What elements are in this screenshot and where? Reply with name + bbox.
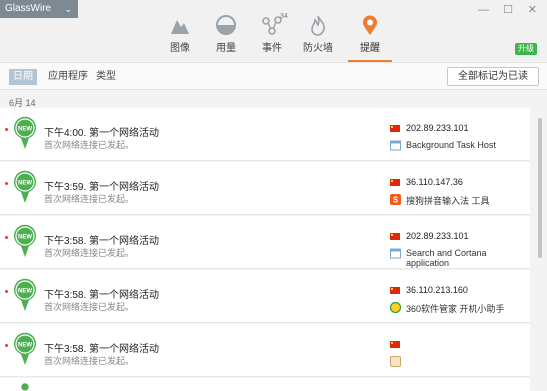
alert-title: 下午3:59. 第一个网络活动 (44, 182, 160, 193)
alert-app: Background Task Host (406, 140, 496, 150)
upgrade-button[interactable]: 升级 (515, 43, 537, 55)
tab-alerts[interactable]: 提醒 (348, 14, 392, 62)
new-badge-label: NEW (18, 343, 32, 349)
sogou-icon: S (390, 194, 401, 205)
filter-date[interactable]: 日期 (9, 69, 37, 85)
alert-subtitle: 首次网络连接已发起。 (44, 302, 135, 312)
alert-ip: 202.89.233.101 (406, 123, 469, 133)
app-icon (390, 356, 401, 367)
alert-row[interactable]: NEW 下午3:58. 第一个网络活动 首次网络连接已发起。 202.89.23… (0, 216, 530, 269)
flame-icon (311, 15, 325, 36)
alert-row[interactable]: NEW 下午3:58. 第一个网络活动 首次网络连接已发起。 36.110.21… (0, 270, 530, 323)
tab-usage[interactable]: 用量 (204, 14, 248, 62)
china-flag-icon (390, 287, 400, 294)
unread-dot (5, 182, 8, 185)
alert-subtitle: 首次网络连接已发起。 (44, 140, 135, 150)
360-icon (390, 302, 401, 313)
alert-row[interactable]: NEW 下午3:59. 第一个网络活动 首次网络连接已发起。 36.110.14… (0, 162, 530, 215)
alert-app: Search and Cortana application (406, 248, 487, 268)
alert-title: 下午4:00. 第一个网络活动 (44, 128, 160, 139)
alert-ip: 36.110.147.36 (406, 177, 463, 187)
new-pin-icon: NEW (13, 170, 36, 203)
new-badge-label: NEW (18, 127, 32, 133)
alert-subtitle: 首次网络连接已发起。 (44, 248, 135, 258)
alert-subtitle: 首次网络连接已发起。 (44, 194, 135, 204)
things-count-badge: 34 (280, 13, 288, 20)
alert-title: 下午3:58. 第一个网络活动 (44, 344, 160, 355)
mark-all-read-button[interactable]: 全部标记为已读 (447, 67, 539, 86)
new-pin-icon: NEW (13, 224, 36, 257)
tab-usage-label: 用量 (216, 43, 236, 54)
maximize-button[interactable]: ☐ (503, 4, 513, 16)
window-icon (390, 248, 401, 259)
unread-dot (5, 290, 8, 293)
minimize-button[interactable]: — (478, 4, 489, 16)
unread-dot (5, 128, 8, 131)
alert-app: 360软件管家 开机小助手 (406, 304, 505, 314)
alert-title: 下午3:58. 第一个网络活动 (44, 236, 160, 247)
tab-firewall-label: 防火墙 (303, 43, 333, 54)
new-pin-icon: NEW (13, 278, 36, 311)
svg-text:S: S (393, 196, 399, 205)
graph-icon (171, 20, 189, 34)
new-badge-label: NEW (18, 289, 32, 295)
scrollbar-thumb[interactable] (538, 118, 542, 258)
new-badge-label: NEW (18, 181, 32, 187)
new-pin-icon (21, 383, 29, 391)
alert-row[interactable]: NEW 下午4:00. 第一个网络活动 首次网络连接已发起。 202.89.23… (0, 108, 530, 161)
alert-row[interactable]: NEW 下午3:58. 第一个网络活动 首次网络连接已发起。 (0, 324, 530, 377)
alert-ip: 202.89.233.101 (406, 231, 469, 241)
unread-dot (5, 236, 8, 239)
new-badge-label: NEW (18, 235, 32, 241)
alert-app: 搜狗拼音输入法 工具 (406, 196, 490, 206)
new-pin-icon: NEW (13, 116, 36, 149)
tab-graph[interactable]: 图像 (158, 14, 202, 62)
filter-application[interactable]: 应用程序 (44, 69, 92, 85)
alert-ip: 36.110.213.160 (406, 285, 468, 295)
alert-subtitle: 首次网络连接已发起。 (44, 356, 135, 366)
tab-alerts-label: 提醒 (360, 43, 380, 54)
brand-menu[interactable]: GlassWire ⌄ (0, 0, 78, 18)
new-pin-icon: NEW (13, 332, 36, 365)
top-bar: GlassWire ⌄ — ☐ ✕ 图像 用量 34 事件 防火墙 提醒 升级 (0, 0, 547, 62)
tab-firewall[interactable]: 防火墙 (296, 14, 340, 62)
tab-graph-label: 图像 (170, 43, 190, 54)
window-icon (390, 140, 401, 151)
alert-pin-icon (363, 15, 377, 35)
filter-toolbar: 日期 应用程序 类型 全部标记为已读 (0, 62, 547, 90)
alert-title: 下午3:58. 第一个网络活动 (44, 290, 160, 301)
china-flag-icon (390, 125, 400, 132)
usage-icon (216, 15, 236, 35)
china-flag-icon (390, 179, 400, 186)
chevron-down-icon: ⌄ (64, 4, 72, 14)
filter-type[interactable]: 类型 (92, 69, 120, 85)
alert-row-partial[interactable] (0, 378, 530, 391)
china-flag-icon (390, 341, 400, 348)
tab-things-label: 事件 (262, 43, 282, 54)
brand-label: GlassWire (5, 3, 52, 14)
china-flag-icon (390, 233, 400, 240)
unread-dot (5, 344, 8, 347)
tab-things[interactable]: 34 事件 (250, 13, 294, 62)
close-button[interactable]: ✕ (528, 4, 537, 16)
